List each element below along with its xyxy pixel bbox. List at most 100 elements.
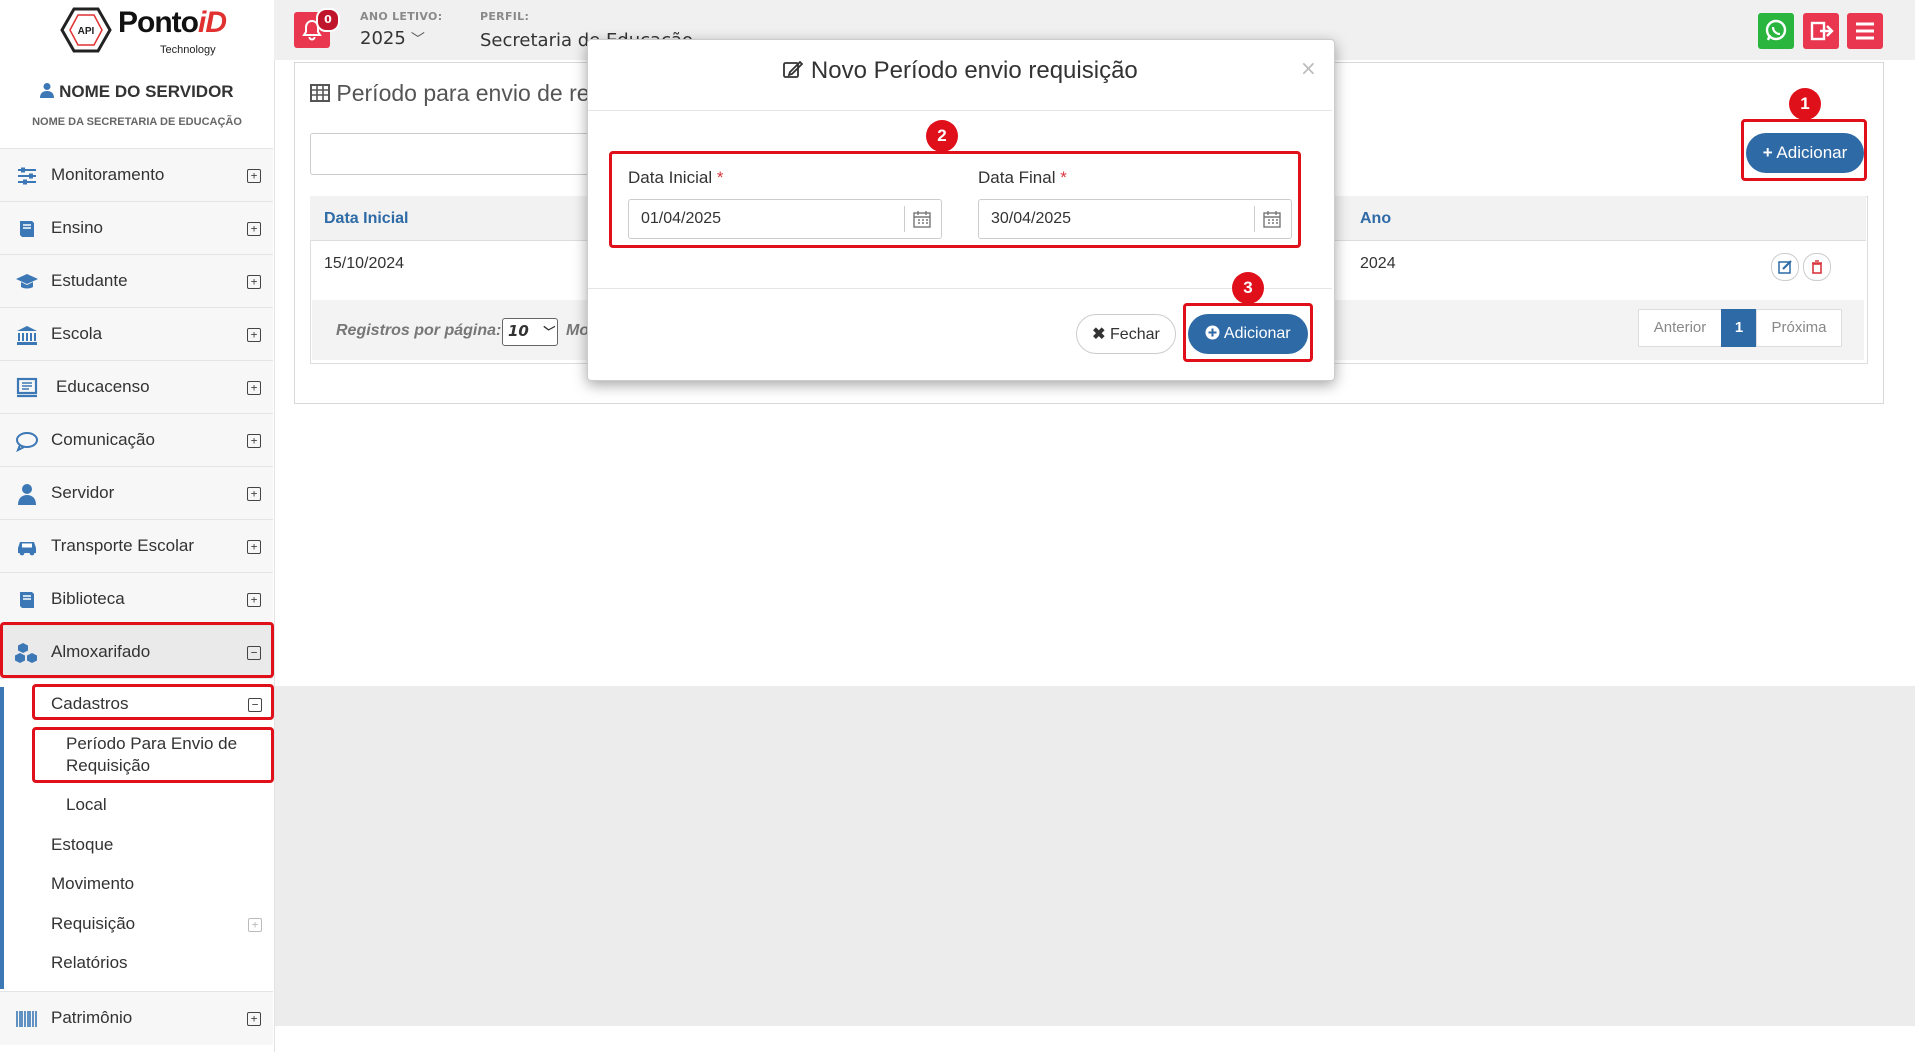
submenu-relatorios[interactable]: Relatórios xyxy=(51,953,128,973)
notification-count-badge: 0 xyxy=(316,8,340,32)
car-icon xyxy=(18,542,36,556)
modal-close-button[interactable]: × xyxy=(1300,56,1317,80)
sidebar-item-label: Patrimônio xyxy=(51,1008,133,1027)
trash-icon xyxy=(1812,260,1822,274)
annotation-badge-2: 2 xyxy=(926,120,958,152)
page-title: Período para envio de re xyxy=(310,80,590,107)
expand-icon: + xyxy=(247,540,261,554)
chevron-down-icon: ﹀ xyxy=(410,32,425,48)
pagination-next[interactable]: Próxima xyxy=(1756,309,1842,347)
fechar-button[interactable]: ✖ Fechar xyxy=(1076,314,1176,354)
highlight-add-button xyxy=(1741,119,1867,181)
institution-icon xyxy=(17,326,37,345)
logo-area[interactable]: API PontoiD Technology xyxy=(0,0,274,61)
highlight-cadastros xyxy=(32,684,274,720)
submenu-requisicao[interactable]: Requisição xyxy=(51,914,135,934)
table-icon xyxy=(310,84,330,102)
sidebar-item-transporte-escolar[interactable]: Transporte Escolar + xyxy=(0,519,273,573)
graduation-cap-icon xyxy=(16,274,38,289)
sidebar-item-label: Educacenso xyxy=(56,377,150,396)
sidebar-item-label: Monitoramento xyxy=(51,165,165,184)
sidebar-item-educacenso[interactable]: Educacenso + xyxy=(0,360,273,414)
highlight-date-fields xyxy=(609,151,1301,248)
ano-letivo-label: ANO LETIVO: xyxy=(360,10,443,23)
delete-row-button[interactable] xyxy=(1803,253,1831,281)
sidebar-item-label: Estudante xyxy=(51,271,128,290)
sidebar-item-monitoramento[interactable]: Monitoramento + xyxy=(0,148,273,202)
expand-icon: + xyxy=(247,222,261,236)
logout-button[interactable] xyxy=(1803,13,1839,49)
expand-icon: + xyxy=(247,593,261,607)
chevron-down-icon: ﹀ xyxy=(540,325,553,339)
close-icon: ✖ xyxy=(1092,326,1106,343)
column-header-ano[interactable]: Ano xyxy=(1360,210,1391,228)
pagination-prev[interactable]: Anterior xyxy=(1638,309,1722,347)
user-name: NOME DO SERVIDOR xyxy=(0,82,274,102)
cell-ano: 2024 xyxy=(1360,255,1396,272)
expand-icon: + xyxy=(247,169,261,183)
logo-hex-label: API xyxy=(78,26,95,37)
highlight-modal-add-button xyxy=(1183,303,1313,362)
ano-letivo-select[interactable]: 2025 ﹀ xyxy=(360,28,425,49)
edit-row-button[interactable] xyxy=(1771,253,1799,281)
sidebar-item-ensino[interactable]: Ensino + xyxy=(0,201,273,255)
user-icon xyxy=(40,83,55,98)
modal-footer-divider xyxy=(588,288,1332,289)
logo-subtitle: Technology xyxy=(160,44,216,56)
expand-icon: + xyxy=(247,487,261,501)
sidebar-item-escola[interactable]: Escola + xyxy=(0,307,273,361)
sign-out-icon xyxy=(1810,21,1834,41)
column-header-data-inicial[interactable]: Data Inicial xyxy=(324,210,408,228)
per-page-label: Registros por página: xyxy=(336,322,502,339)
submenu-local[interactable]: Local xyxy=(66,795,107,815)
expand-icon: + xyxy=(247,381,261,395)
sidebar-item-comunicacao[interactable]: Comunicação + xyxy=(0,413,273,467)
highlight-almoxarifado xyxy=(0,622,274,678)
sidebar-item-label: Servidor xyxy=(51,483,115,502)
cell-data-inicial: 15/10/2024 xyxy=(324,255,405,272)
sidebar-item-biblioteca[interactable]: Biblioteca + xyxy=(0,572,273,626)
annotation-badge-1: 1 xyxy=(1789,88,1821,120)
page-footer xyxy=(274,1026,1915,1052)
annotation-badge-3: 3 xyxy=(1232,272,1264,304)
logo-brand: PontoiD xyxy=(118,6,227,39)
whatsapp-icon xyxy=(1765,19,1787,41)
sidebar-item-label: Comunicação xyxy=(51,430,155,449)
logo-hex-icon: API xyxy=(60,7,112,53)
whatsapp-button[interactable] xyxy=(1758,13,1794,49)
barcode-icon xyxy=(16,1011,37,1027)
secretaria-name: NOME DA SECRETARIA DE EDUCAÇÃO xyxy=(32,116,242,128)
monitor-icon xyxy=(16,377,38,398)
highlight-periodo xyxy=(32,727,274,783)
page-background xyxy=(274,686,1915,1026)
main-menu-button[interactable] xyxy=(1847,13,1883,49)
sidebar-item-label: Biblioteca xyxy=(51,589,125,608)
per-page-select[interactable]: 10 ﹀ xyxy=(502,318,558,346)
sidebar-item-patrimonio[interactable]: Patrimônio + xyxy=(0,991,273,1045)
modal-title: Novo Período envio requisição xyxy=(587,57,1333,85)
sidebar-item-estudante[interactable]: Estudante + xyxy=(0,254,273,308)
submenu-estoque[interactable]: Estoque xyxy=(51,835,113,855)
expand-icon: + xyxy=(247,1012,261,1026)
book-icon xyxy=(20,221,34,237)
sidebar-item-servidor[interactable]: Servidor + xyxy=(0,466,273,520)
user-icon xyxy=(18,484,36,505)
edit-icon xyxy=(1778,260,1792,274)
perfil-label: PERFIL: xyxy=(480,10,530,23)
modal-header-divider xyxy=(588,110,1332,111)
expand-icon: + xyxy=(247,328,261,342)
search-input[interactable] xyxy=(310,133,602,175)
submenu-indicator xyxy=(0,687,4,989)
book-icon xyxy=(20,592,34,608)
sidebar-item-label: Ensino xyxy=(51,218,103,237)
hamburger-icon xyxy=(1856,22,1874,40)
expand-icon[interactable]: + xyxy=(248,918,262,932)
chat-bubble-icon xyxy=(16,432,38,453)
edit-icon xyxy=(783,60,804,78)
ano-letivo-value: 2025 xyxy=(360,28,406,49)
pagination-page-1[interactable]: 1 xyxy=(1721,309,1757,347)
sliders-icon xyxy=(18,167,36,185)
submenu-movimento[interactable]: Movimento xyxy=(51,874,134,894)
sidebar-item-label: Transporte Escolar xyxy=(51,536,194,555)
per-page-trailing-text: Mo xyxy=(566,322,590,339)
